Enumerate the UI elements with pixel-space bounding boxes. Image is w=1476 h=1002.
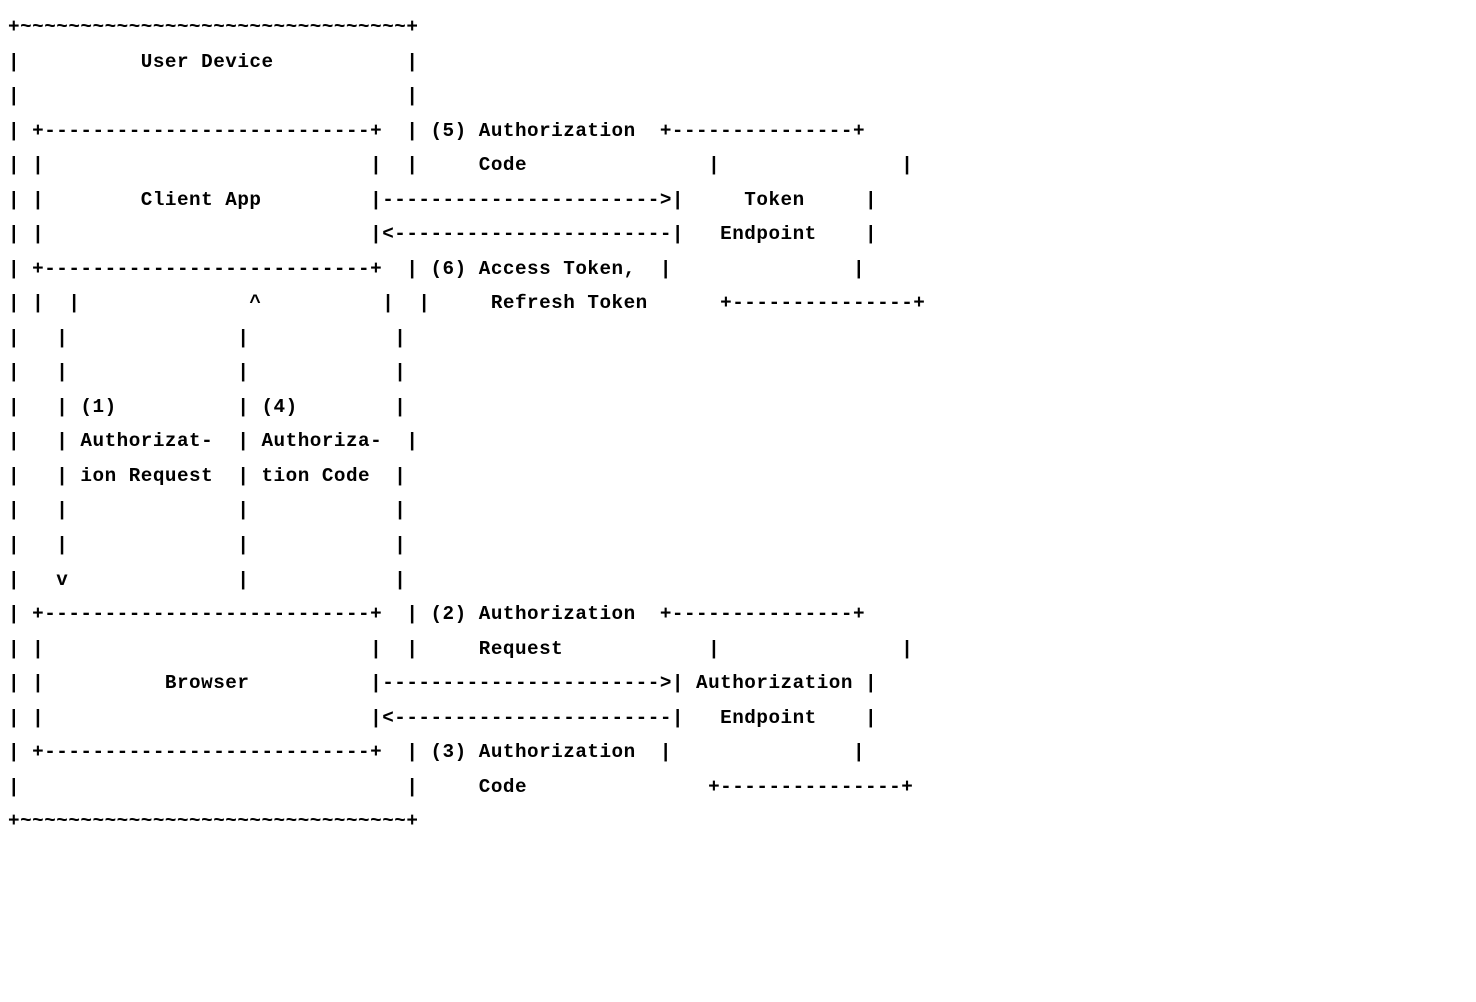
oauth-flow-diagram: +~~~~~~~~~~~~~~~~~~~~~~~~~~~~~~~~+ | Use… [0,0,1476,879]
